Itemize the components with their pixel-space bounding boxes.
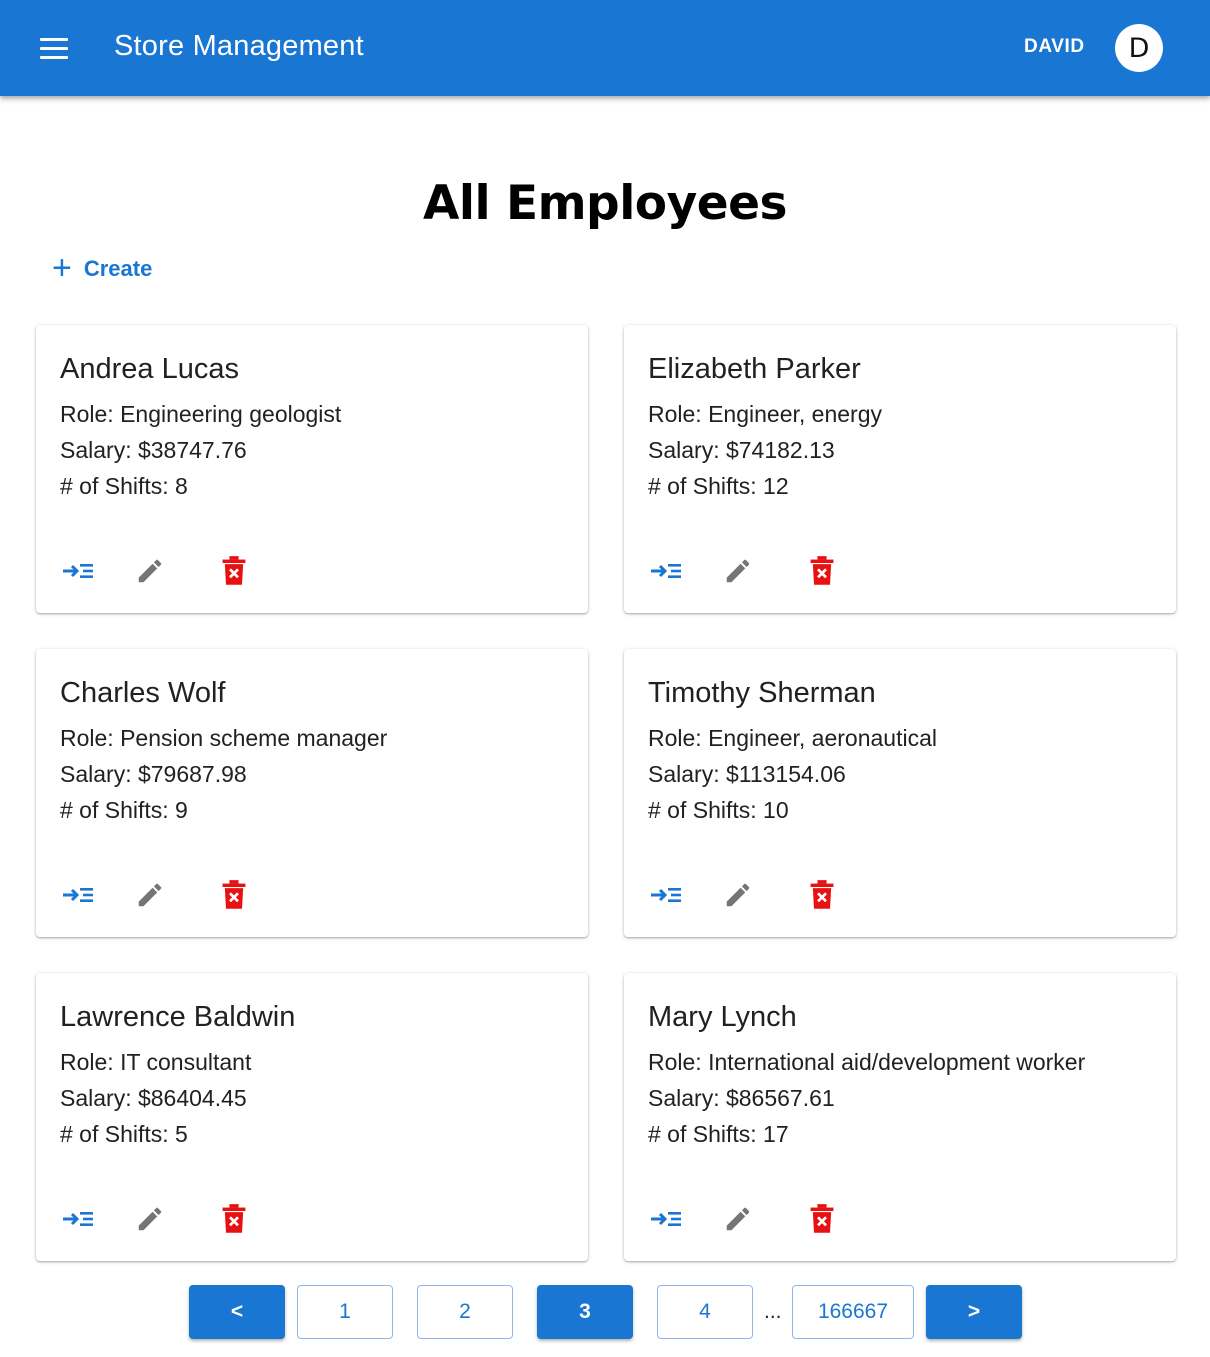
employee-salary: Salary: $86567.61 <box>648 1085 835 1111</box>
employee-role: Role: Pension scheme manager <box>60 725 388 751</box>
employee-card: Timothy Sherman Role: Engineer, aeronaut… <box>624 649 1176 937</box>
employee-name: Lawrence Baldwin <box>60 1001 296 1033</box>
plus-icon: + <box>52 248 72 287</box>
assign-shift-icon[interactable] <box>60 1201 96 1237</box>
assign-shift-icon[interactable] <box>648 1201 684 1237</box>
app-bar: Store Management DAVID D <box>0 0 1210 96</box>
page-button-4[interactable]: 4 <box>657 1285 753 1339</box>
employee-role: Role: Engineering geologist <box>60 401 342 427</box>
page-button-3-current[interactable]: 3 <box>537 1285 633 1339</box>
employee-card: Andrea Lucas Role: Engineering geologist… <box>36 325 588 613</box>
employee-salary: Salary: $38747.76 <box>60 437 247 463</box>
page-button-last[interactable]: 166667 <box>792 1285 914 1339</box>
create-button[interactable]: + Create <box>44 248 160 290</box>
trash-icon[interactable] <box>216 1201 252 1237</box>
employee-shifts: # of Shifts: 5 <box>60 1121 188 1147</box>
employee-card: Elizabeth Parker Role: Engineer, energy … <box>624 325 1176 613</box>
employee-name: Timothy Sherman <box>648 677 876 709</box>
employee-name: Mary Lynch <box>648 1001 797 1033</box>
employee-name: Charles Wolf <box>60 677 226 709</box>
employee-role: Role: Engineer, aeronautical <box>648 725 937 751</box>
pagination-ellipsis: ... <box>764 1300 782 1323</box>
employee-shifts: # of Shifts: 9 <box>60 797 188 823</box>
trash-icon[interactable] <box>804 877 840 913</box>
next-page-button[interactable]: > <box>926 1285 1022 1339</box>
employee-role: Role: International aid/development work… <box>648 1049 1086 1075</box>
app-title: Store Management <box>114 30 364 62</box>
employee-salary: Salary: $79687.98 <box>60 761 247 787</box>
employee-salary: Salary: $74182.13 <box>648 437 835 463</box>
employee-shifts: # of Shifts: 8 <box>60 473 188 499</box>
employee-name: Andrea Lucas <box>60 353 239 385</box>
employee-shifts: # of Shifts: 12 <box>648 473 789 499</box>
avatar[interactable]: D <box>1115 24 1163 72</box>
employee-card: Lawrence Baldwin Role: IT consultant Sal… <box>36 973 588 1261</box>
employee-shifts: # of Shifts: 10 <box>648 797 789 823</box>
pencil-icon[interactable] <box>132 877 168 913</box>
employee-salary: Salary: $86404.45 <box>60 1085 247 1111</box>
trash-icon[interactable] <box>804 553 840 589</box>
pencil-icon[interactable] <box>720 1201 756 1237</box>
assign-shift-icon[interactable] <box>60 877 96 913</box>
employee-card: Charles Wolf Role: Pension scheme manage… <box>36 649 588 937</box>
pencil-icon[interactable] <box>132 553 168 589</box>
employee-role: Role: Engineer, energy <box>648 401 882 427</box>
page-button-1[interactable]: 1 <box>297 1285 393 1339</box>
pencil-icon[interactable] <box>720 553 756 589</box>
pencil-icon[interactable] <box>720 877 756 913</box>
assign-shift-icon[interactable] <box>648 877 684 913</box>
employee-salary: Salary: $113154.06 <box>648 761 846 787</box>
create-label: Create <box>83 256 153 281</box>
employee-role: Role: IT consultant <box>60 1049 252 1075</box>
user-name[interactable]: DAVID <box>1024 36 1085 58</box>
prev-page-button[interactable]: < <box>189 1285 285 1339</box>
menu-icon[interactable] <box>28 24 80 72</box>
pencil-icon[interactable] <box>132 1201 168 1237</box>
trash-icon[interactable] <box>216 553 252 589</box>
page-button-2[interactable]: 2 <box>417 1285 513 1339</box>
trash-icon[interactable] <box>804 1201 840 1237</box>
employee-shifts: # of Shifts: 17 <box>648 1121 789 1147</box>
assign-shift-icon[interactable] <box>648 553 684 589</box>
employee-card: Mary Lynch Role: International aid/devel… <box>624 973 1176 1261</box>
page-title: All Employees <box>423 176 787 231</box>
assign-shift-icon[interactable] <box>60 553 96 589</box>
employee-name: Elizabeth Parker <box>648 353 861 385</box>
trash-icon[interactable] <box>216 877 252 913</box>
